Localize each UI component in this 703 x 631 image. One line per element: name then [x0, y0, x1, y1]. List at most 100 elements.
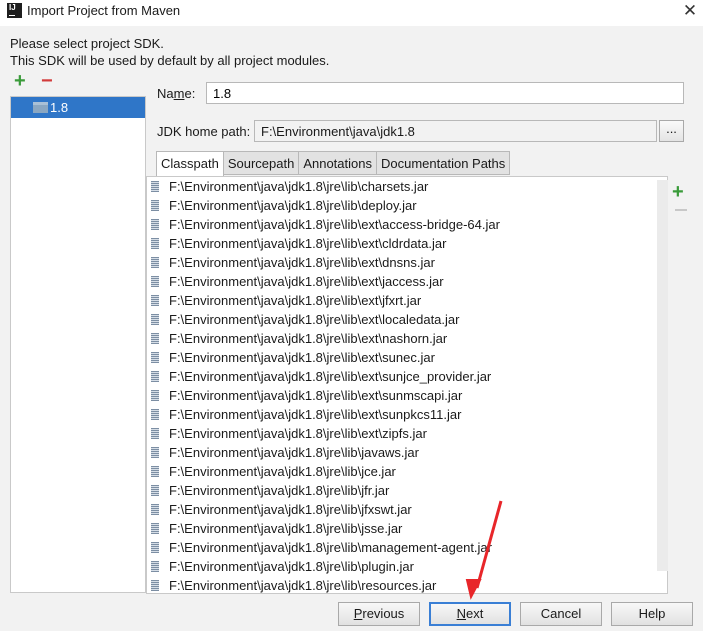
- classpath-row[interactable]: F:\Environment\java\jdk1.8\jre\lib\ext\n…: [147, 329, 667, 348]
- classpath-entry-text: F:\Environment\java\jdk1.8\jre\lib\deplo…: [169, 198, 417, 213]
- tab-bar: Classpath Sourcepath Annotations Documen…: [156, 151, 511, 177]
- classpath-entry-text: F:\Environment\java\jdk1.8\jre\lib\ext\s…: [169, 407, 462, 422]
- classpath-entry-text: F:\Environment\java\jdk1.8\jre\lib\jfxsw…: [169, 502, 412, 517]
- classpath-row[interactable]: F:\Environment\java\jdk1.8\jre\lib\jce.j…: [147, 462, 667, 481]
- classpath-entry-text: F:\Environment\java\jdk1.8\jre\lib\jsse.…: [169, 521, 403, 536]
- tab-sourcepath[interactable]: Sourcepath: [223, 151, 300, 175]
- window-title: Import Project from Maven: [27, 3, 181, 18]
- classpath-row[interactable]: F:\Environment\java\jdk1.8\jre\lib\ext\s…: [147, 386, 667, 405]
- browse-button[interactable]: ...: [659, 120, 684, 142]
- name-label: Name:: [157, 86, 196, 101]
- classpath-row[interactable]: F:\Environment\java\jdk1.8\jre\lib\ext\z…: [147, 424, 667, 443]
- jar-icon: [151, 200, 159, 211]
- jar-icon: [151, 409, 159, 420]
- jar-icon: [151, 238, 159, 249]
- sdk-item-1-8[interactable]: 1.8: [11, 97, 145, 118]
- classpath-entry-text: F:\Environment\java\jdk1.8\jre\lib\ext\s…: [169, 350, 435, 365]
- app-icon-text: IJ: [9, 3, 16, 12]
- classpath-row[interactable]: F:\Environment\java\jdk1.8\jre\lib\jsse.…: [147, 519, 667, 538]
- classpath-row[interactable]: F:\Environment\java\jdk1.8\jre\lib\javaw…: [147, 443, 667, 462]
- jar-icon: [151, 314, 159, 325]
- next-button[interactable]: Next: [429, 602, 511, 626]
- jar-icon: [151, 504, 159, 515]
- classpath-entry-text: F:\Environment\java\jdk1.8\jre\lib\plugi…: [169, 559, 414, 574]
- jdk-home-label: JDK home path:: [157, 124, 251, 139]
- classpath-row[interactable]: F:\Environment\java\jdk1.8\jre\lib\ext\j…: [147, 291, 667, 310]
- jar-icon: [151, 428, 159, 439]
- classpath-row[interactable]: F:\Environment\java\jdk1.8\jre\lib\resou…: [147, 576, 667, 593]
- classpath-entry-text: F:\Environment\java\jdk1.8\jre\lib\ext\j…: [169, 274, 444, 289]
- classpath-row[interactable]: F:\Environment\java\jdk1.8\jre\lib\ext\s…: [147, 405, 667, 424]
- classpath-row[interactable]: F:\Environment\java\jdk1.8\jre\lib\chars…: [147, 177, 667, 196]
- classpath-entry-text: F:\Environment\java\jdk1.8\jre\lib\manag…: [169, 540, 492, 555]
- classpath-list[interactable]: F:\Environment\java\jdk1.8\jre\lib\chars…: [146, 176, 668, 594]
- description: Please select project SDK. This SDK will…: [10, 35, 329, 69]
- classpath-entry-text: F:\Environment\java\jdk1.8\jre\lib\ext\s…: [169, 369, 492, 384]
- cancel-button[interactable]: Cancel: [520, 602, 602, 626]
- classpath-row[interactable]: F:\Environment\java\jdk1.8\jre\lib\plugi…: [147, 557, 667, 576]
- jar-icon: [151, 371, 159, 382]
- classpath-entry-text: F:\Environment\java\jdk1.8\jre\lib\jfr.j…: [169, 483, 390, 498]
- add-sdk-icon[interactable]: +: [14, 71, 26, 91]
- jar-icon: [151, 580, 159, 591]
- jar-icon: [151, 257, 159, 268]
- sdk-item-label: 1.8: [50, 100, 69, 115]
- classpath-row[interactable]: F:\Environment\java\jdk1.8\jre\lib\ext\d…: [147, 253, 667, 272]
- help-button[interactable]: Help: [611, 602, 693, 626]
- classpath-row[interactable]: F:\Environment\java\jdk1.8\jre\lib\ext\s…: [147, 348, 667, 367]
- description-line-2: This SDK will be used by default by all …: [10, 53, 330, 68]
- jar-icon: [151, 295, 159, 306]
- tab-annotations[interactable]: Annotations: [299, 151, 377, 175]
- jdk-home-path-field[interactable]: F:\Environment\java\jdk1.8: [254, 120, 657, 142]
- jar-icon: [151, 333, 159, 344]
- classpath-entry-text: F:\Environment\java\jdk1.8\jre\lib\ext\d…: [169, 255, 435, 270]
- tab-classpath[interactable]: Classpath: [156, 151, 224, 177]
- tab-documentation-paths[interactable]: Documentation Paths: [376, 151, 511, 175]
- jar-icon: [151, 485, 159, 496]
- classpath-entry-text: F:\Environment\java\jdk1.8\jre\lib\resou…: [169, 578, 437, 593]
- classpath-entry-text: F:\Environment\java\jdk1.8\jre\lib\ext\a…: [169, 217, 500, 232]
- classpath-row[interactable]: F:\Environment\java\jdk1.8\jre\lib\jfr.j…: [147, 481, 667, 500]
- classpath-entry-text: F:\Environment\java\jdk1.8\jre\lib\ext\j…: [169, 293, 422, 308]
- classpath-row[interactable]: F:\Environment\java\jdk1.8\jre\lib\manag…: [147, 538, 667, 557]
- classpath-entry-text: F:\Environment\java\jdk1.8\jre\lib\ext\n…: [169, 331, 448, 346]
- remove-path-icon[interactable]: [675, 209, 687, 211]
- name-label-mnemonic: m: [173, 86, 185, 101]
- jar-icon: [151, 523, 159, 534]
- classpath-row[interactable]: F:\Environment\java\jdk1.8\jre\lib\ext\j…: [147, 272, 667, 291]
- classpath-row[interactable]: F:\Environment\java\jdk1.8\jre\lib\ext\a…: [147, 215, 667, 234]
- sdk-list[interactable]: 1.8: [10, 96, 146, 593]
- app-icon-bar: [9, 15, 15, 16]
- jar-icon: [151, 466, 159, 477]
- previous-button[interactable]: Previous: [338, 602, 420, 626]
- name-input[interactable]: [206, 82, 684, 104]
- jar-icon: [151, 447, 159, 458]
- classpath-row[interactable]: F:\Environment\java\jdk1.8\jre\lib\ext\c…: [147, 234, 667, 253]
- title-bar: IJ Import Project from Maven ✕: [0, 0, 703, 26]
- remove-sdk-icon[interactable]: −: [41, 71, 53, 91]
- jar-icon: [151, 352, 159, 363]
- jar-icon: [151, 219, 159, 230]
- classpath-row[interactable]: F:\Environment\java\jdk1.8\jre\lib\deplo…: [147, 196, 667, 215]
- add-path-icon[interactable]: +: [672, 182, 684, 202]
- classpath-entry-text: F:\Environment\java\jdk1.8\jre\lib\javaw…: [169, 445, 419, 460]
- jar-icon: [151, 542, 159, 553]
- folder-icon: [33, 102, 48, 113]
- classpath-row[interactable]: F:\Environment\java\jdk1.8\jre\lib\ext\s…: [147, 367, 667, 386]
- classpath-entry-text: F:\Environment\java\jdk1.8\jre\lib\ext\c…: [169, 236, 447, 251]
- close-button[interactable]: ✕: [677, 0, 703, 24]
- classpath-entry-text: F:\Environment\java\jdk1.8\jre\lib\jce.j…: [169, 464, 396, 479]
- classpath-row[interactable]: F:\Environment\java\jdk1.8\jre\lib\jfxsw…: [147, 500, 667, 519]
- classpath-row[interactable]: F:\Environment\java\jdk1.8\jre\lib\ext\l…: [147, 310, 667, 329]
- description-line-1: Please select project SDK.: [10, 36, 164, 51]
- classpath-entry-text: F:\Environment\java\jdk1.8\jre\lib\ext\z…: [169, 426, 427, 441]
- jar-icon: [151, 390, 159, 401]
- intellij-icon: IJ: [7, 3, 22, 18]
- classpath-scrollbar[interactable]: [657, 180, 668, 571]
- jar-icon: [151, 561, 159, 572]
- classpath-entry-text: F:\Environment\java\jdk1.8\jre\lib\ext\s…: [169, 388, 463, 403]
- classpath-entry-text: F:\Environment\java\jdk1.8\jre\lib\ext\l…: [169, 312, 460, 327]
- jar-icon: [151, 181, 159, 192]
- jar-icon: [151, 276, 159, 287]
- classpath-entry-text: F:\Environment\java\jdk1.8\jre\lib\chars…: [169, 179, 429, 194]
